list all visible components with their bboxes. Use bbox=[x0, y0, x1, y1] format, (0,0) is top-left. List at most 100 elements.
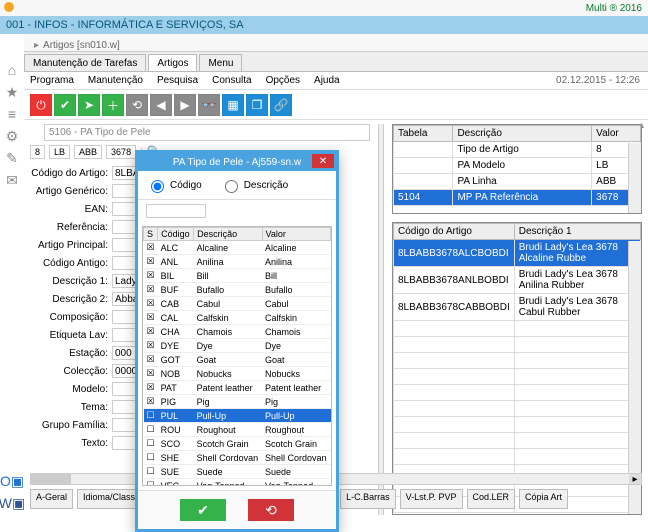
bottom-tab-6[interactable]: L-C.Barras bbox=[340, 489, 396, 509]
star-icon[interactable]: ★ bbox=[4, 84, 20, 100]
app-icon bbox=[4, 2, 14, 12]
table-row[interactable]: Tipo de Artigo8 bbox=[394, 142, 641, 158]
list-item[interactable]: ☐SUESuedeSuede bbox=[144, 465, 331, 479]
lbl-coleccao: Colecção: bbox=[30, 366, 112, 377]
toolbar-power-icon[interactable]: ⏻ bbox=[30, 94, 52, 116]
table-row[interactable]: 5104MP PA Referência3678 bbox=[394, 190, 641, 206]
lbl-etiqueta-lav: Etiqueta Lav: bbox=[30, 330, 112, 341]
word-icon[interactable]: W▣ bbox=[4, 495, 20, 511]
th-codigo-artigo[interactable]: Código do Artigo bbox=[394, 224, 515, 240]
th-tabela[interactable]: Tabela bbox=[394, 126, 453, 142]
list-item[interactable]: ☒NOBNobucksNobucks bbox=[144, 367, 331, 381]
bottom-tab-1[interactable]: Idioma/Class bbox=[77, 489, 141, 509]
splitter[interactable] bbox=[378, 124, 384, 515]
modal-cancel-button[interactable]: ⟲ bbox=[248, 499, 294, 521]
list-item[interactable]: ☒CALCalfskinCalfskin bbox=[144, 311, 331, 325]
chat-icon[interactable]: ✉ bbox=[4, 172, 20, 188]
filter-chip-0[interactable]: 8 bbox=[30, 145, 45, 159]
toolbar-prev-icon[interactable]: ◀ bbox=[150, 94, 172, 116]
tab-manutencao-tarefas[interactable]: Manutenção de Tarefas bbox=[24, 54, 146, 71]
menu-opcoes[interactable]: Opções bbox=[266, 75, 300, 86]
list-item[interactable]: ☒CHAChamoisChamois bbox=[144, 325, 331, 339]
list-item[interactable]: ☒ALCAlcalineAlcaline bbox=[144, 241, 331, 255]
toolbar-next-icon[interactable]: ▶ bbox=[174, 94, 196, 116]
list-item[interactable]: ☒DYEDyeDye bbox=[144, 339, 331, 353]
gear-icon[interactable]: ⚙ bbox=[4, 128, 20, 144]
toolbar-refresh-icon[interactable]: ⟲ bbox=[126, 94, 148, 116]
toolbar-check-icon[interactable]: ✔ bbox=[54, 94, 76, 116]
table-row[interactable]: 8LBABB3678ALCBOBDIBrudi Lady's Lea 3678 … bbox=[394, 240, 641, 267]
tab-menu[interactable]: Menu bbox=[199, 54, 242, 71]
toolbar-add-icon[interactable]: ＋ bbox=[102, 94, 124, 116]
menu-manutencao[interactable]: Manutenção bbox=[88, 75, 143, 86]
modal-ok-button[interactable]: ✔ bbox=[180, 499, 226, 521]
table-row[interactable]: 8LBABB3678ANLBOBDIBrudi Lady's Lea 3678 … bbox=[394, 267, 641, 294]
menu-programa[interactable]: Programa bbox=[30, 75, 74, 86]
toolbar-run-icon[interactable]: ➤ bbox=[78, 94, 100, 116]
modal-close-button[interactable]: ✕ bbox=[312, 154, 334, 168]
toolbar-copy-icon[interactable]: ❐ bbox=[246, 94, 268, 116]
field-selector[interactable]: 5106 - PA Tipo de Pele bbox=[44, 124, 370, 141]
bottom-tab-0[interactable]: A-Geral bbox=[30, 489, 73, 509]
th-desc1[interactable]: Descrição 1 bbox=[514, 224, 640, 240]
windows-icon[interactable] bbox=[4, 40, 20, 56]
list-item[interactable]: ☒BUFBufalloBufallo bbox=[144, 283, 331, 297]
table-row[interactable]: PA LinhaABB bbox=[394, 174, 641, 190]
list-item[interactable]: ☐VEGVeg-TannedVeg-Tanned bbox=[144, 479, 331, 487]
th-descricao[interactable]: Descrição bbox=[453, 126, 592, 142]
lbl-grupo-familia: Grupo Família: bbox=[30, 420, 112, 431]
list-item[interactable]: ☒ANLAnilinaAnilina bbox=[144, 255, 331, 269]
bottom-tab-8[interactable]: Cod.LER bbox=[467, 489, 516, 509]
list-item[interactable]: ☐SHEShell CordovanShell Cordovan bbox=[144, 451, 331, 465]
th-valor[interactable]: Valor bbox=[592, 126, 641, 142]
radio-codigo-input[interactable] bbox=[151, 180, 164, 193]
filter-chip-1[interactable]: LB bbox=[49, 145, 70, 159]
th-mvalor[interactable]: Valor bbox=[262, 228, 330, 241]
toolbar-link-icon[interactable]: 🔗 bbox=[270, 94, 292, 116]
table-row[interactable]: 8LBABB3678CABBOBDIBrudi Lady's Lea 3678 … bbox=[394, 294, 641, 321]
breadcrumb: Artigos [sn010.w] bbox=[43, 40, 120, 51]
tool-icon[interactable]: ✎ bbox=[4, 150, 20, 166]
modal-list[interactable]: S Código Descrição Valor ☒ALCAlcalineAlc… bbox=[142, 226, 332, 486]
list-item[interactable]: ☒PIGPigPig bbox=[144, 395, 331, 409]
menubar: Programa Manutenção Pesquisa Consulta Op… bbox=[24, 72, 648, 90]
radio-codigo[interactable]: Código bbox=[146, 177, 202, 193]
toolbar-grid-icon[interactable]: ▦ bbox=[222, 94, 244, 116]
scroll-right-arrow[interactable]: ▸ bbox=[629, 474, 641, 484]
scroll-thumb[interactable] bbox=[31, 474, 71, 484]
lbl-artigo-principal: Artigo Principal: bbox=[30, 240, 112, 251]
toolbar-binoc-icon[interactable]: 👓 bbox=[198, 94, 220, 116]
attributes-grid[interactable]: Tabela Descrição Valor Tipo de Artigo8PA… bbox=[392, 124, 642, 214]
radio-descricao[interactable]: Descrição bbox=[220, 177, 288, 193]
modal-title: PA Tipo de Pele - Aj559-sn.w bbox=[173, 157, 301, 168]
list-item[interactable]: ☒GOTGoatGoat bbox=[144, 353, 331, 367]
outlook-icon[interactable]: O▣ bbox=[4, 473, 20, 489]
filter-chip-3[interactable]: 3678 bbox=[106, 145, 136, 159]
radio-descricao-input[interactable] bbox=[225, 180, 238, 193]
list-item[interactable]: ☒PATPatent leatherPatent leather bbox=[144, 381, 331, 395]
home-icon[interactable]: ⌂ bbox=[4, 62, 20, 78]
lbl-codigo-antigo: Código Antigo: bbox=[30, 258, 112, 269]
bars-icon[interactable]: ≡ bbox=[4, 106, 20, 122]
menu-ajuda[interactable]: Ajuda bbox=[314, 75, 340, 86]
chevron-right-icon: ▸ bbox=[34, 40, 39, 51]
tab-artigos[interactable]: Artigos bbox=[148, 54, 197, 71]
modal-search-input[interactable] bbox=[146, 204, 206, 218]
list-item[interactable]: ☐PULPull-UpPull-Up bbox=[144, 409, 331, 423]
bottom-tab-7[interactable]: V-Lst.P. PVP bbox=[400, 489, 463, 509]
articles-grid[interactable]: Código do Artigo Descrição 1 8LBABB3678A… bbox=[392, 222, 642, 515]
bottom-tab-9[interactable]: Cópia Art bbox=[519, 489, 568, 509]
breadcrumb-bar: ▸ Artigos [sn010.w] bbox=[24, 34, 648, 52]
list-item[interactable]: ☒BILBillBill bbox=[144, 269, 331, 283]
table-row[interactable]: PA ModeloLB bbox=[394, 158, 641, 174]
list-item[interactable]: ☐SCOScotch GrainScotch Grain bbox=[144, 437, 331, 451]
lbl-estacao: Estação: bbox=[30, 348, 112, 359]
th-s[interactable]: S bbox=[144, 228, 158, 241]
th-mdesc[interactable]: Descrição bbox=[194, 228, 262, 241]
th-codigo[interactable]: Código bbox=[158, 228, 194, 241]
list-item[interactable]: ☒CABCabulCabul bbox=[144, 297, 331, 311]
filter-chip-2[interactable]: ABB bbox=[74, 145, 102, 159]
menu-pesquisa[interactable]: Pesquisa bbox=[157, 75, 198, 86]
list-item[interactable]: ☐ROURoughoutRoughout bbox=[144, 423, 331, 437]
menu-consulta[interactable]: Consulta bbox=[212, 75, 251, 86]
